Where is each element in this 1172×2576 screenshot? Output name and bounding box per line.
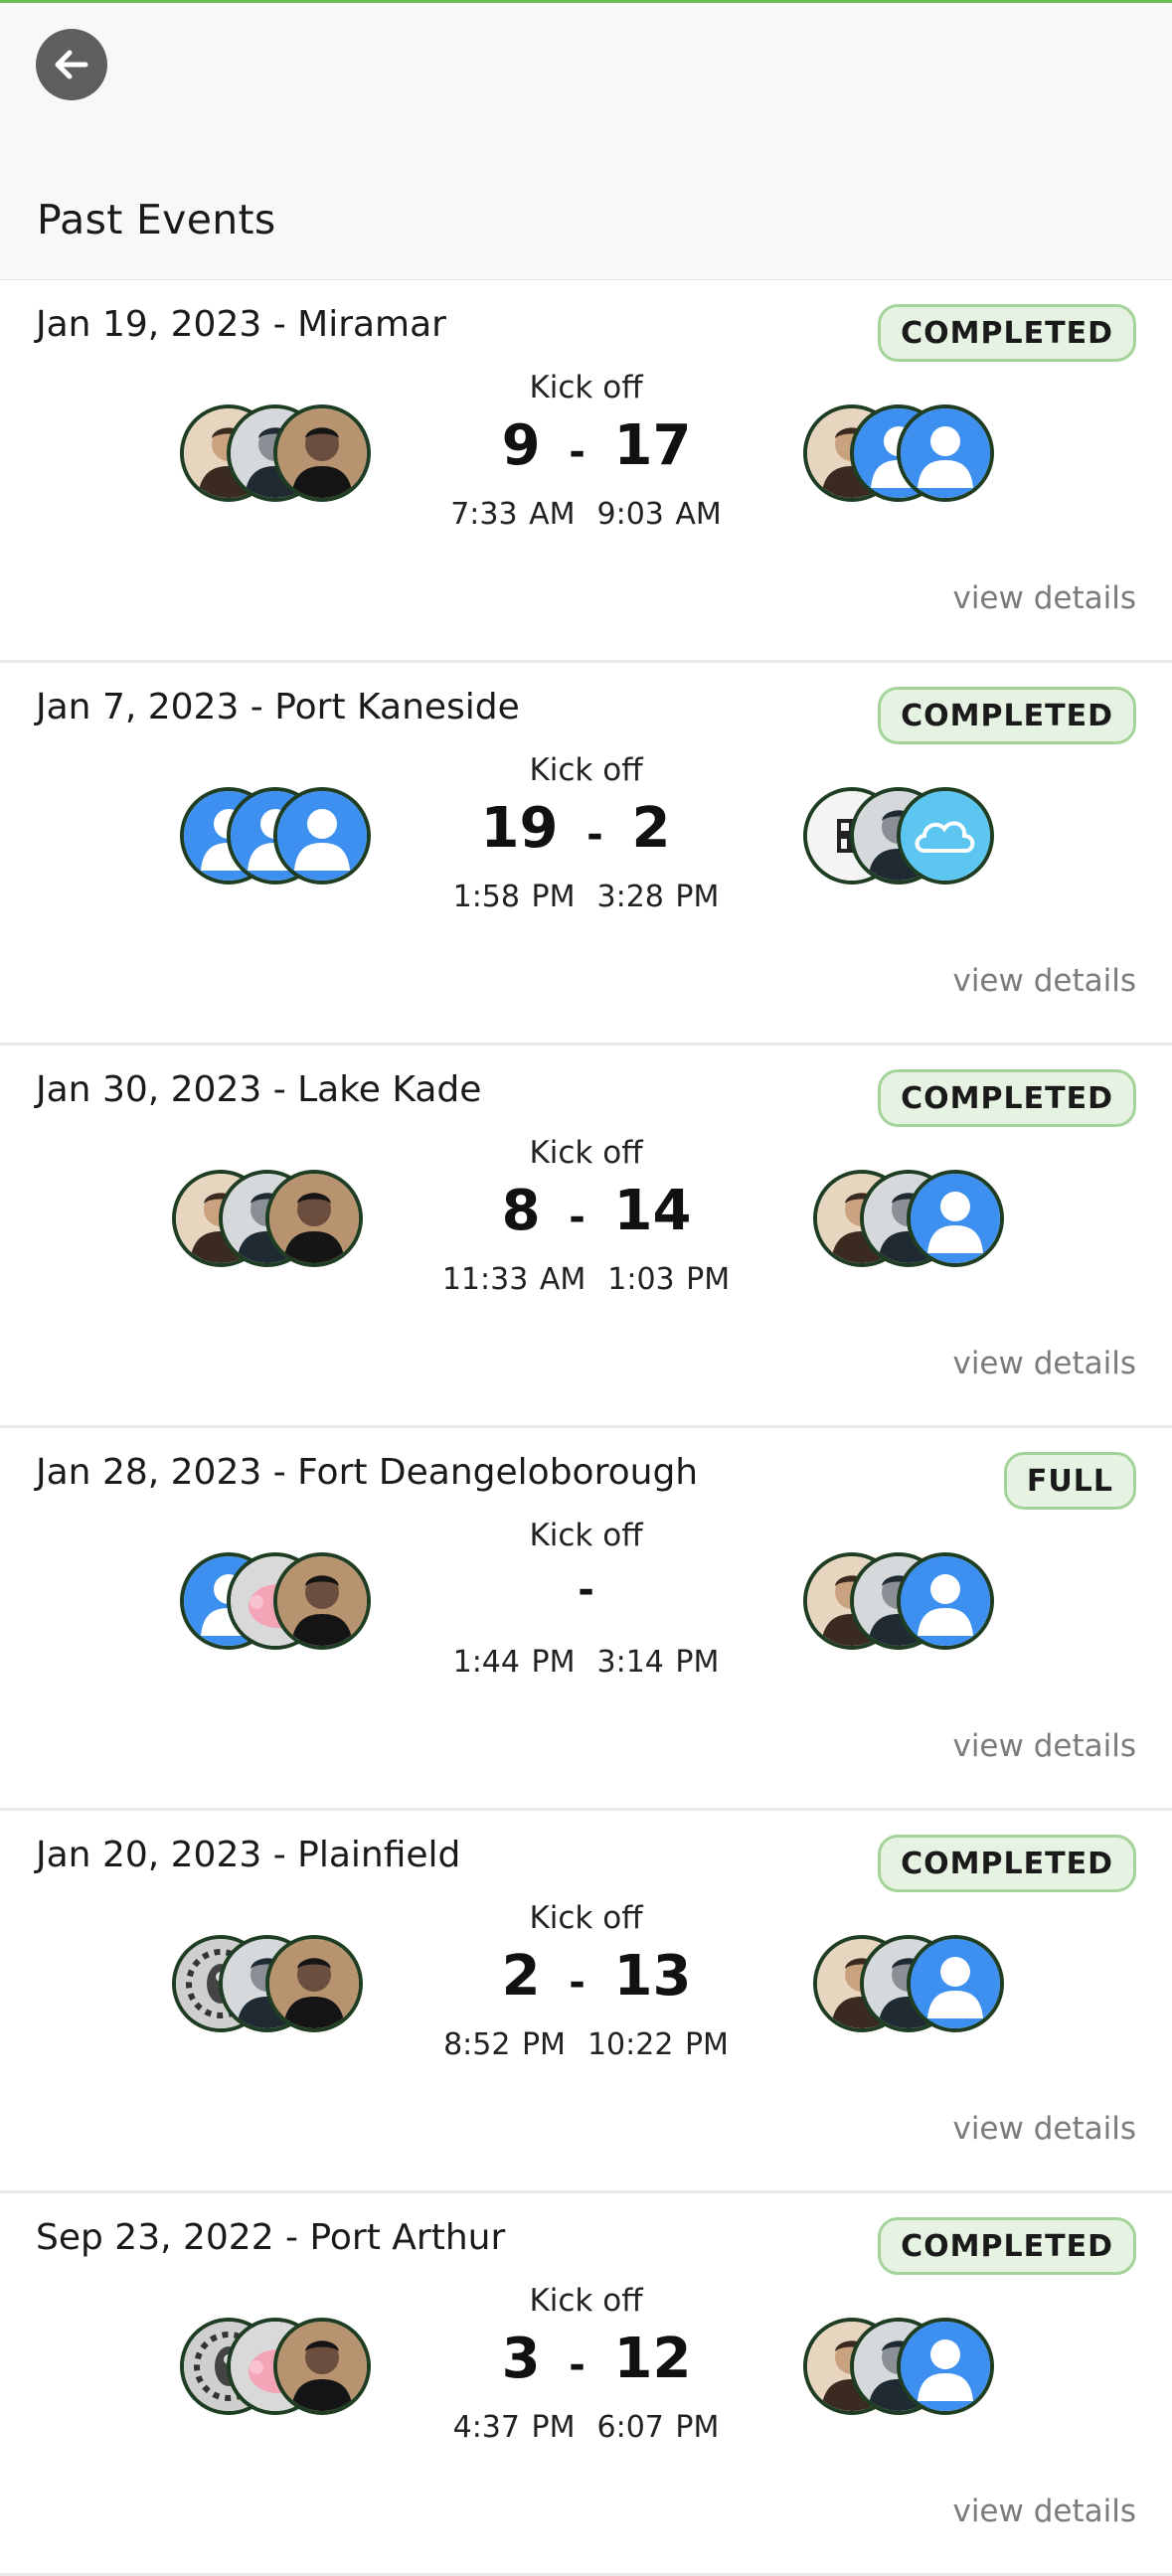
event-times: 8:52 PM 10:22 PM	[0, 2027, 1172, 2062]
view-details-link[interactable]: view details	[952, 963, 1136, 999]
event-list: Jan 19, 2023 - Miramar COMPLETED Kick of…	[0, 280, 1172, 2576]
end-time: 6:07 PM	[596, 2410, 720, 2445]
player-avatar[interactable]	[907, 1935, 1004, 2032]
status-badge-label: COMPLETED	[901, 1846, 1113, 1881]
status-badge-label: COMPLETED	[901, 1080, 1113, 1116]
end-time: 9:03 AM	[596, 497, 722, 532]
event-card[interactable]: Jan 7, 2023 - Port Kaneside COMPLETED Ki…	[0, 663, 1172, 1046]
status-badge: COMPLETED	[878, 687, 1136, 744]
user-photo-icon	[269, 1174, 359, 1263]
user-photo-icon	[269, 1939, 359, 2028]
kickoff-label: Kick off	[529, 1135, 643, 1171]
user-photo-icon	[277, 1556, 367, 1646]
back-button[interactable]	[36, 29, 107, 100]
arrow-left-icon	[55, 50, 88, 80]
start-time: 4:37 PM	[452, 2410, 576, 2445]
event-title: Jan 7, 2023 - Port Kaneside	[36, 687, 520, 727]
status-badge: FULL	[1003, 1452, 1136, 1510]
page-title: Past Events	[37, 196, 276, 243]
event-card[interactable]: Sep 23, 2022 - Port Arthur COMPLETED Kic…	[0, 2193, 1172, 2576]
event-card[interactable]: Jan 20, 2023 - Plainfield COMPLETED Kick…	[0, 1811, 1172, 2193]
event-title: Jan 19, 2023 - Miramar	[36, 304, 446, 345]
event-times: 7:33 AM 9:03 AM	[0, 497, 1172, 532]
status-badge-label: FULL	[1026, 1463, 1113, 1499]
away-team-avatars	[0, 404, 1172, 502]
player-avatar[interactable]	[265, 1935, 363, 2032]
status-badge: COMPLETED	[878, 1835, 1136, 1892]
event-title: Sep 23, 2022 - Port Arthur	[36, 2217, 506, 2258]
default-user-icon	[901, 408, 990, 498]
status-badge: COMPLETED	[878, 2217, 1136, 2275]
event-times: 1:58 PM 3:28 PM	[0, 880, 1172, 914]
away-team-avatars	[0, 787, 1172, 885]
view-details-link[interactable]: view details	[952, 2111, 1136, 2147]
cloud-icon	[901, 791, 990, 881]
player-avatar[interactable]	[907, 1170, 1004, 1267]
kickoff-label: Kick off	[529, 2283, 643, 2319]
kickoff-label: Kick off	[529, 370, 643, 405]
start-time: 7:33 AM	[450, 497, 576, 532]
player-avatar[interactable]	[897, 404, 994, 502]
end-time: 3:28 PM	[596, 880, 720, 914]
end-time: 3:14 PM	[596, 1645, 720, 1680]
end-time: 1:03 PM	[607, 1262, 731, 1297]
event-card[interactable]: Jan 30, 2023 - Lake Kade COMPLETED Kick …	[0, 1046, 1172, 1428]
player-avatar[interactable]	[265, 1170, 363, 1267]
page-header: Past Events	[0, 3, 1172, 281]
player-avatar[interactable]	[897, 2318, 994, 2415]
away-team-avatars	[0, 1552, 1172, 1650]
event-title: Jan 28, 2023 - Fort Deangeloborough	[36, 1452, 699, 1493]
start-time: 1:58 PM	[452, 880, 576, 914]
default-user-icon	[901, 2322, 990, 2411]
status-badge-label: COMPLETED	[901, 698, 1113, 733]
view-details-link[interactable]: view details	[952, 1728, 1136, 1764]
start-time: 11:33 AM	[441, 1262, 586, 1297]
start-time: 1:44 PM	[452, 1645, 576, 1680]
user-photo-icon	[277, 2322, 367, 2411]
player-avatar[interactable]	[273, 404, 371, 502]
default-user-icon	[901, 1556, 990, 1646]
status-badge: COMPLETED	[878, 1069, 1136, 1127]
kickoff-label: Kick off	[529, 1900, 643, 1936]
player-avatar[interactable]	[273, 1552, 371, 1650]
start-time: 8:52 PM	[443, 2027, 566, 2062]
status-badge-label: COMPLETED	[901, 315, 1113, 351]
player-avatar[interactable]	[273, 787, 371, 885]
view-details-link[interactable]: view details	[952, 1346, 1136, 1381]
player-avatar[interactable]	[897, 1552, 994, 1650]
view-details-link[interactable]: view details	[952, 580, 1136, 616]
player-avatar[interactable]	[273, 2318, 371, 2415]
default-user-icon	[911, 1939, 1000, 2028]
user-photo-icon	[277, 408, 367, 498]
status-badge-label: COMPLETED	[901, 2228, 1113, 2264]
event-times: 11:33 AM 1:03 PM	[0, 1262, 1172, 1297]
away-team-avatars	[0, 2318, 1172, 2415]
end-time: 10:22 PM	[586, 2027, 729, 2062]
event-title: Jan 30, 2023 - Lake Kade	[36, 1069, 482, 1110]
player-avatar[interactable]	[897, 787, 994, 885]
kickoff-label: Kick off	[529, 752, 643, 788]
event-card[interactable]: Jan 28, 2023 - Fort Deangeloborough FULL…	[0, 1428, 1172, 1811]
status-badge: COMPLETED	[878, 304, 1136, 362]
kickoff-label: Kick off	[529, 1518, 643, 1553]
view-details-link[interactable]: view details	[952, 2494, 1136, 2529]
event-card[interactable]: Jan 19, 2023 - Miramar COMPLETED Kick of…	[0, 280, 1172, 663]
event-times: 4:37 PM 6:07 PM	[0, 2410, 1172, 2445]
event-title: Jan 20, 2023 - Plainfield	[36, 1835, 461, 1875]
event-times: 1:44 PM 3:14 PM	[0, 1645, 1172, 1680]
default-user-icon	[277, 791, 367, 881]
default-user-icon	[911, 1174, 1000, 1263]
